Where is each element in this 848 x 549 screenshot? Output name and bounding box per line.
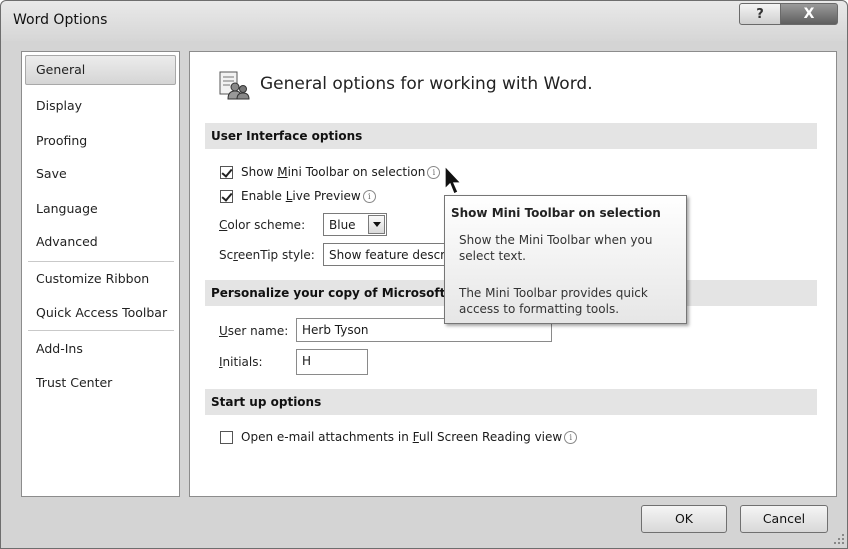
tooltip-title: Show Mini Toolbar on selection	[451, 206, 661, 220]
screentip-style-value: Show feature descr	[329, 247, 446, 262]
tooltip-body: Show the Mini Toolbar when you select te…	[459, 233, 653, 263]
screentip-tooltip: Show Mini Toolbar on selection Show the …	[444, 195, 687, 324]
sidebar-nav: General Display Proofing Save Language A…	[21, 51, 180, 497]
mini-toolbar-label: Show Mini Toolbar on selection	[241, 165, 426, 179]
sidebar-item-label: Display	[36, 98, 83, 113]
mouse-pointer-icon	[444, 165, 463, 195]
sidebar-item-label: Quick Access Toolbar	[36, 305, 168, 320]
sidebar-item-label: Save	[36, 166, 67, 181]
sidebar-item-label: Customize Ribbon	[36, 271, 150, 286]
sidebar-item-label: Advanced	[36, 234, 98, 249]
sidebar-item-trust-center[interactable]: Trust Center	[25, 368, 176, 398]
initials-field[interactable]: H	[296, 349, 368, 375]
sidebar-divider	[28, 330, 174, 331]
live-preview-checkbox[interactable]	[220, 189, 233, 203]
initials-label: Initials:	[219, 355, 263, 369]
sidebar-divider	[28, 261, 174, 262]
info-icon[interactable]: i	[362, 189, 376, 203]
sidebar-item-label: Language	[36, 201, 98, 216]
info-icon[interactable]: i	[564, 430, 578, 444]
mini-toolbar-checkbox[interactable]	[220, 165, 233, 179]
resize-grip-icon[interactable]	[833, 533, 845, 545]
sidebar-item-advanced[interactable]: Advanced	[25, 227, 176, 257]
section-header-ui-options: User Interface options	[205, 123, 817, 149]
tooltip-body: The Mini Toolbar provides quick access t…	[459, 286, 648, 316]
window-title: Word Options	[13, 12, 108, 28]
sidebar-item-label: Proofing	[36, 133, 88, 148]
open-email-checkbox[interactable]	[220, 430, 233, 444]
live-preview-option[interactable]: Enable Live Preview i	[220, 187, 376, 205]
close-icon: X	[803, 6, 815, 22]
sidebar-item-save[interactable]: Save	[25, 159, 176, 189]
color-scheme-value: Blue	[329, 217, 356, 232]
sidebar-item-add-ins[interactable]: Add-Ins	[25, 334, 176, 364]
color-scheme-label: Color scheme:	[219, 218, 306, 232]
cancel-button[interactable]: Cancel	[740, 505, 828, 533]
sidebar-item-quick-access-toolbar[interactable]: Quick Access Toolbar	[25, 298, 176, 328]
general-options-icon	[219, 71, 250, 100]
sidebar-item-language[interactable]: Language	[25, 194, 176, 224]
help-icon: ?	[756, 6, 764, 22]
sidebar-item-general[interactable]: General	[25, 55, 176, 85]
help-button[interactable]: ?	[739, 3, 781, 25]
open-email-label: Open e-mail attachments in Full Screen R…	[241, 430, 563, 444]
mini-toolbar-option[interactable]: Show Mini Toolbar on selection i	[220, 163, 441, 181]
word-options-dialog: Word Options ? X General Display Proofin…	[0, 0, 848, 549]
sidebar-item-label: General	[36, 62, 86, 77]
live-preview-label: Enable Live Preview	[241, 189, 361, 203]
page-title: General options for working with Word.	[260, 74, 593, 94]
ok-button[interactable]: OK	[641, 505, 727, 533]
title-bar: Word Options ? X	[1, 1, 847, 41]
screentip-style-label: ScreenTip style:	[219, 248, 315, 262]
sidebar-item-display[interactable]: Display	[25, 91, 176, 121]
sidebar-item-label: Trust Center	[36, 375, 113, 390]
color-scheme-dropdown[interactable]: Blue	[323, 213, 387, 236]
open-email-option[interactable]: Open e-mail attachments in Full Screen R…	[220, 428, 578, 446]
close-button[interactable]: X	[780, 3, 838, 25]
chevron-down-icon[interactable]	[368, 215, 385, 234]
section-header-startup: Start up options	[205, 389, 817, 415]
info-icon[interactable]: i	[427, 165, 441, 179]
screentip-style-dropdown[interactable]: Show feature descr	[323, 243, 453, 266]
user-name-label: User name:	[219, 324, 289, 338]
sidebar-item-proofing[interactable]: Proofing	[25, 126, 176, 156]
sidebar-item-customize-ribbon[interactable]: Customize Ribbon	[25, 264, 176, 294]
sidebar-item-label: Add-Ins	[36, 341, 83, 356]
